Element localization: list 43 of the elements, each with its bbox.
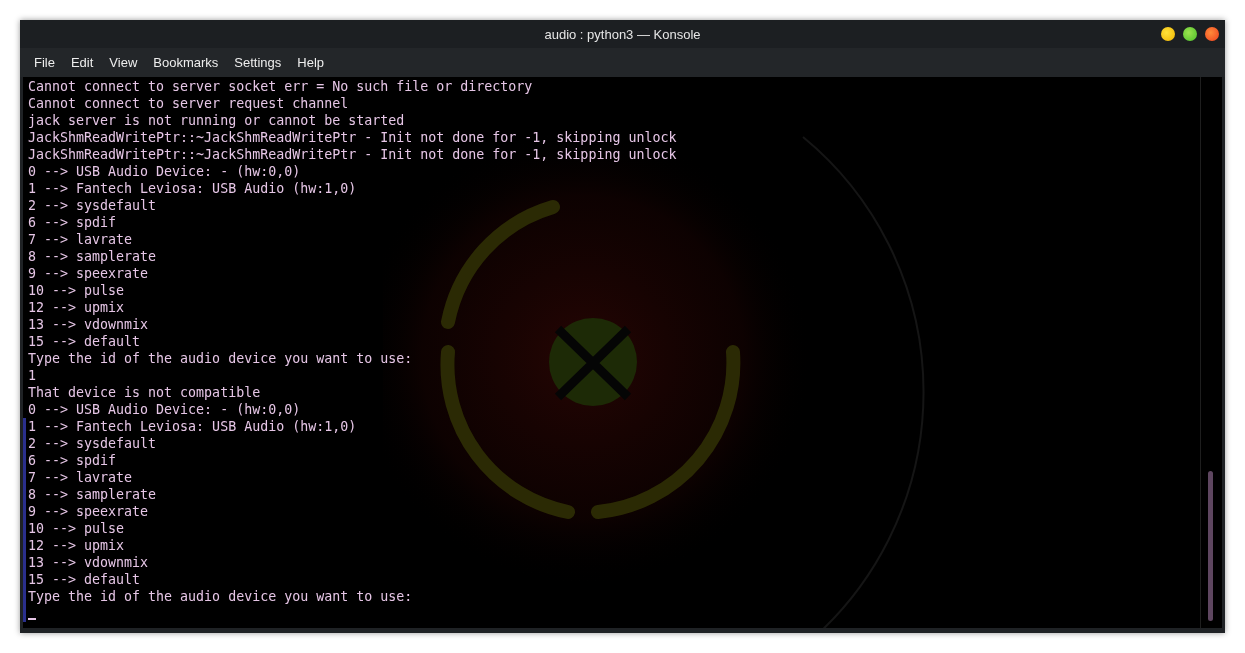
terminal-line: 6 --> spdif	[28, 452, 118, 469]
terminal-line: 15 --> default	[28, 571, 142, 588]
terminal-line: 6 --> spdif	[28, 214, 118, 231]
menu-item[interactable]: Edit	[62, 51, 102, 74]
terminal-line: JackShmReadWritePtr::~JackShmReadWritePtr - Init not done for -1, skipping unlock	[28, 129, 678, 146]
terminal-line: 8 --> samplerate	[28, 248, 158, 265]
terminal-line: Cannot connect to server socket err = No such file or directory	[28, 78, 534, 95]
terminal-line: Type the id of the audio device you want to use:	[28, 588, 414, 605]
terminal-line: 0 --> USB Audio Device: - (hw:0,0)	[28, 401, 302, 418]
window-title: audio : python3 — Konsole	[544, 26, 701, 42]
text-cursor	[28, 618, 36, 620]
terminal-line: 1	[28, 367, 37, 384]
menu-item[interactable]: View	[101, 51, 146, 74]
terminal-line: 9 --> speexrate	[28, 503, 150, 520]
terminal-line: 1 --> Fantech Leviosa: USB Audio (hw:1,0)	[28, 180, 358, 197]
menu-item[interactable]: Bookmarks	[145, 51, 227, 74]
terminal-line: 10 --> pulse	[28, 520, 126, 537]
terminal-line: 15 --> default	[28, 333, 142, 350]
menu-item[interactable]: File	[26, 51, 63, 74]
menu-item[interactable]: Settings	[226, 51, 290, 74]
terminal-line: Cannot connect to server request channel	[28, 95, 350, 112]
terminal-line: 7 --> lavrate	[28, 469, 134, 486]
terminal-line: JackShmReadWritePtr::~JackShmReadWritePtr - Init not done for -1, skipping unlock	[28, 146, 678, 163]
terminal-line: 2 --> sysdefault	[28, 435, 158, 452]
terminal-line: 12 --> upmix	[28, 537, 126, 554]
terminal-line: 0 --> USB Audio Device: - (hw:0,0)	[28, 163, 302, 180]
terminal-line: 8 --> samplerate	[28, 486, 158, 503]
terminal-line: That device is not compatible	[28, 384, 262, 401]
terminal-line: 7 --> lavrate	[28, 231, 134, 248]
scrollbar-thumb[interactable]	[1208, 471, 1213, 621]
terminal-line: 13 --> vdownmix	[28, 316, 150, 333]
minimize-icon[interactable]	[1161, 27, 1175, 41]
terminal-line: 12 --> upmix	[28, 299, 126, 316]
terminal-line: 9 --> speexrate	[28, 265, 150, 282]
terminal-line: 2 --> sysdefault	[28, 197, 158, 214]
terminal-line: 10 --> pulse	[28, 282, 126, 299]
menu-item[interactable]: Help	[289, 51, 333, 74]
close-icon[interactable]	[1205, 27, 1219, 41]
terminal-line: 13 --> vdownmix	[28, 554, 150, 571]
terminal-line: jack server is not running or cannot be started	[28, 112, 406, 129]
terminal-line: Type the id of the audio device you want to use:	[28, 350, 414, 367]
terminal-line: 1 --> Fantech Leviosa: USB Audio (hw:1,0)	[28, 418, 358, 435]
maximize-icon[interactable]	[1183, 27, 1197, 41]
